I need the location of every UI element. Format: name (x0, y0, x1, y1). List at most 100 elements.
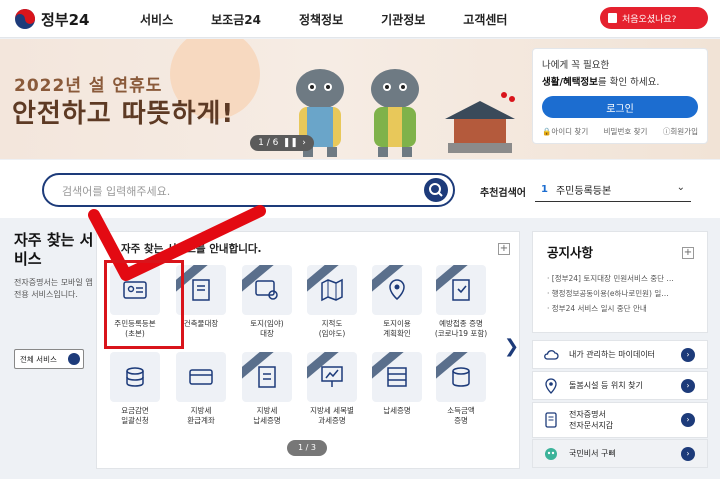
account-links: 🔒아이디 찾기 비밀번호 찾기 ⓘ회원가입 (542, 126, 698, 137)
nav-item-subsidy[interactable]: 보조금24 (211, 11, 261, 28)
chevron-down-icon[interactable]: ⌄ (677, 182, 685, 193)
notice-panel: 공지사항 + · [정부24] 토지대장 민원서비스 중단 … · 행정정보공동… (532, 231, 708, 333)
service-item[interactable]: 요금감면 일괄신청 (102, 352, 168, 426)
service-icon-tile (436, 352, 486, 402)
arrow-right-icon (68, 353, 80, 365)
search-icon (429, 183, 443, 197)
service-item[interactable]: 지방세 환급계좌 (168, 352, 234, 426)
signup-link[interactable]: ⓘ회원가입 (663, 126, 698, 137)
services-pager[interactable]: 1 / 3 (287, 440, 327, 456)
next-page-arrow-icon[interactable]: ❯ (504, 336, 519, 357)
service-item[interactable]: 지적도 (임야도) (299, 265, 365, 339)
login-card-line1: 나에게 꼭 필요한 (542, 60, 610, 71)
notice-heading: 공지사항 (547, 245, 594, 260)
login-card-line2-rest: 를 확인 하세요. (597, 77, 660, 88)
service-label-line1: 지적도 (321, 319, 343, 328)
coins-icon (126, 367, 144, 387)
frequent-heading: 자주 찾는 서비스 (14, 231, 94, 268)
login-button[interactable]: 로그인 (542, 96, 698, 118)
service-item[interactable]: 예방접종 증명 (코로나19 포함) (428, 265, 494, 339)
quick-link-gubbi[interactable]: 국민비서 구삐 › (532, 439, 708, 468)
service-label-line2: 납세증명 (253, 416, 281, 425)
notice-item[interactable]: · [정부24] 토지대장 민원서비스 중단 … (547, 271, 693, 286)
bookmark-icon (608, 13, 617, 23)
notice-item[interactable]: · 행정정보공동이용(e하나로민원) 일… (547, 286, 693, 301)
next-icon[interactable]: › (302, 138, 306, 148)
main-nav: 서비스 보조금24 정책정보 기관정보 고객센터 (140, 11, 545, 28)
service-label: 토지(임야) 대장 (234, 319, 300, 339)
all-services-label: 전체 서비스 (20, 354, 57, 364)
service-label-line1: 지방세 (190, 406, 212, 415)
nav-item-service[interactable]: 서비스 (140, 11, 173, 28)
find-id-link[interactable]: 🔒아이디 찾기 (542, 126, 588, 137)
login-card-highlight: 생활/혜택정보 (542, 77, 598, 88)
land-pin-icon (389, 279, 405, 300)
service-label-line1: 납세증명 (383, 406, 411, 415)
tax-doc-icon (258, 366, 276, 388)
first-visit-label: 처음오셨나요? (622, 14, 677, 25)
quick-link-line1: 내가 관리하는 마이데이터 (569, 350, 656, 359)
quick-link-e-certificate[interactable]: 전자증명서 전자문서지갑 › (532, 402, 708, 438)
search-button[interactable] (424, 178, 448, 202)
notice-list: · [정부24] 토지대장 민원서비스 중단 … · 행정정보공동이용(e하나로… (547, 271, 693, 316)
signup-label: 회원가입 (670, 127, 698, 136)
go-arrow-icon: › (681, 348, 695, 362)
robot-mascot-icon (545, 447, 557, 460)
logo-text: 정부24 (41, 10, 90, 29)
service-label-line1: 예방접종 증명 (439, 319, 483, 328)
service-item[interactable]: 소득금액 증명 (428, 352, 494, 426)
service-item[interactable]: 토지이용 계획확인 (364, 265, 430, 339)
palace-decoration (445, 92, 515, 153)
service-label-line1: 요금감면 (121, 406, 149, 415)
service-icon-tile (307, 352, 357, 402)
nav-item-agency[interactable]: 기관정보 (381, 11, 425, 28)
find-password-link[interactable]: 비밀번호 찾기 (604, 126, 648, 137)
quick-link-line1: 돌봄시설 등 위치 찾기 (569, 381, 643, 390)
service-label-line2: 대장 (260, 329, 274, 338)
service-icon-tile (110, 352, 160, 402)
go-arrow-icon: › (681, 447, 695, 461)
search-input[interactable]: 검색어를 입력해주세요. (42, 173, 455, 207)
first-visit-button[interactable]: 처음오셨나요? (600, 7, 708, 29)
notice-item-text: [정부24] 토지대장 민원서비스 중단 … (551, 274, 674, 283)
recommend-dropdown[interactable]: 1 주민등록등본 ⌄ (535, 178, 691, 202)
service-item[interactable]: 지방세 세목별 과세증명 (299, 352, 365, 426)
pause-icon[interactable]: ❚❚ (283, 138, 298, 148)
taegeuk-logo-icon (15, 9, 35, 29)
top-header: 정부24 서비스 보조금24 정책정보 기관정보 고객센터 처음오셨나요? (0, 0, 720, 38)
service-icon-tile (307, 265, 357, 315)
service-label-line2: 환급계좌 (187, 416, 215, 425)
service-label: 지방세 납세증명 (234, 406, 300, 426)
service-label-line1: 지방세 세목별 (310, 406, 354, 415)
notice-item-text: 행정정보공동이용(e하나로민원) 일… (551, 289, 669, 298)
right-column: 공지사항 + · [정부24] 토지대장 민원서비스 중단 … · 행정정보공동… (532, 231, 708, 469)
service-label: 토지이용 계획확인 (364, 319, 430, 339)
service-icon-tile (242, 352, 292, 402)
service-icon-tile (176, 352, 226, 402)
banner-line2: 안전하고 따뜻하게! (12, 99, 235, 129)
tax-refund-icon (189, 369, 213, 385)
recommend-label: 추천검색어 (480, 188, 526, 199)
service-item[interactable]: 납세증명 (364, 352, 430, 416)
site-logo[interactable]: 정부24 (14, 8, 89, 30)
service-label: 소득금액 증명 (428, 406, 494, 426)
more-plus-icon[interactable]: + (498, 243, 510, 255)
recommend-keyword[interactable]: 주민등록등본 (556, 182, 611, 197)
cloud-icon (544, 349, 559, 360)
quick-link-care-location[interactable]: 돌봄시설 등 위치 찾기 › (532, 371, 708, 400)
service-label-line2: 일괄신청 (121, 416, 149, 425)
notice-more-icon[interactable]: + (682, 247, 694, 259)
service-icon-tile (436, 265, 486, 315)
all-services-button[interactable]: 전체 서비스 (14, 349, 84, 369)
quick-link-text: 전자증명서 전자문서지갑 (569, 409, 613, 431)
map-pin-icon (545, 377, 557, 394)
quick-link-mydata[interactable]: 내가 관리하는 마이데이터 › (532, 340, 708, 369)
service-item[interactable]: 지방세 납세증명 (234, 352, 300, 426)
nav-item-policy[interactable]: 정책정보 (299, 11, 343, 28)
service-label: 지방세 세목별 과세증명 (299, 406, 365, 426)
frequent-services-intro: 자주 찾는 서비스 전자증명서는 모바일 앱 전용 서비스입니다. 전체 서비스 (14, 231, 96, 471)
nav-item-support[interactable]: 고객센터 (463, 11, 507, 28)
banner-pager[interactable]: 1 / 6 ❚❚ › (250, 135, 314, 151)
service-label-line2: (코로나19 포함) (434, 329, 488, 338)
notice-item[interactable]: · 정부24 서비스 일시 중단 안내 (547, 301, 693, 316)
